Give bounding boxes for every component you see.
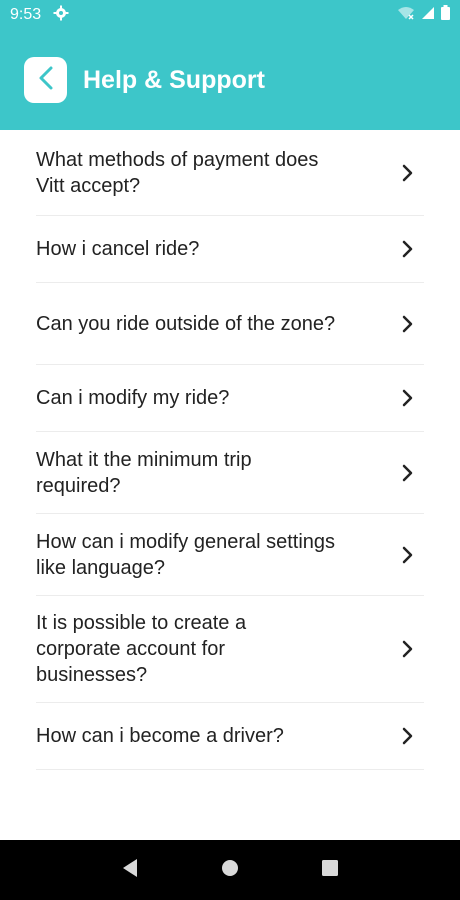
faq-item[interactable]: Can i modify my ride? (36, 365, 424, 432)
chevron-left-icon (37, 65, 55, 96)
back-button[interactable] (24, 57, 67, 103)
system-nav-bar (0, 840, 460, 900)
faq-question: What methods of payment does Vitt accept… (36, 148, 319, 197)
nav-recents-icon (321, 859, 339, 882)
faq-question: How i cancel ride? (36, 238, 200, 260)
faq-question: How can i become a driver? (36, 725, 284, 747)
wifi-icon (397, 6, 415, 25)
faq-question: What it the minimum trip required? (36, 448, 252, 497)
faq-question: It is possible to create a corporate acc… (36, 612, 247, 686)
battery-icon (441, 5, 450, 25)
faq-question: Can you ride outside of the zone? (36, 312, 336, 335)
status-bar: 9:53 (0, 0, 460, 30)
nav-back-button[interactable] (110, 850, 150, 890)
chevron-right-icon (396, 239, 418, 259)
chevron-right-icon (396, 388, 418, 408)
signal-icon (421, 6, 435, 25)
chevron-right-icon (396, 463, 418, 483)
nav-home-button[interactable] (210, 850, 250, 890)
nav-back-icon (121, 858, 139, 883)
status-left: 9:53 (10, 5, 69, 26)
settings-gear-icon (53, 5, 69, 26)
status-time: 9:53 (10, 6, 42, 23)
app-header: Help & Support (0, 30, 460, 130)
faq-item[interactable]: How can i become a driver? (36, 703, 424, 770)
faq-item[interactable]: How i cancel ride? (36, 216, 424, 283)
chevron-right-icon (396, 726, 418, 746)
faq-item[interactable]: How can i modify general settings like l… (36, 514, 424, 596)
chevron-right-icon (396, 163, 418, 183)
chevron-right-icon (396, 639, 418, 659)
faq-item[interactable]: Can you ride outside of the zone? (36, 283, 424, 365)
nav-home-icon (221, 859, 239, 882)
chevron-right-icon (396, 314, 418, 334)
faq-item[interactable]: It is possible to create a corporate acc… (36, 596, 424, 703)
faq-question: How can i modify general settings like l… (36, 530, 336, 579)
faq-item[interactable]: What it the minimum trip required? (36, 432, 424, 514)
faq-list: What methods of payment does Vitt accept… (0, 130, 460, 770)
page-title: Help & Support (83, 65, 265, 94)
status-right (397, 5, 450, 25)
chevron-right-icon (396, 545, 418, 565)
nav-recents-button[interactable] (310, 850, 350, 890)
faq-question: Can i modify my ride? (36, 387, 230, 409)
faq-item[interactable]: What methods of payment does Vitt accept… (36, 130, 424, 216)
